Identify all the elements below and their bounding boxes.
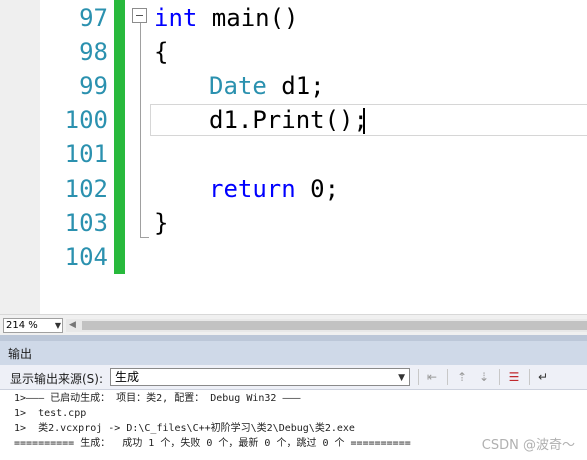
editor-status-strip: 214 % ▼ ◀ (0, 314, 587, 335)
code-line-103[interactable]: } (154, 206, 168, 240)
code-line-99[interactable]: Date d1; (209, 69, 325, 103)
line-number: 97 (79, 4, 108, 32)
output-panel-title: 输出 (8, 347, 33, 361)
line-number: 99 (79, 72, 108, 100)
output-panel-title-bar[interactable]: 输出 (0, 335, 587, 365)
line-number: 102 (64, 175, 108, 203)
line-number: 98 (79, 38, 108, 66)
toolbar-separator (499, 369, 500, 385)
collapse-toggle-icon[interactable] (132, 8, 147, 23)
clear-all-icon[interactable]: ☰ (506, 369, 522, 385)
keyword-return: return (209, 175, 296, 203)
output-source-label: 显示输出来源(S): (10, 372, 104, 386)
output-toolbar: 显示输出来源(S): 生成 ▼ ⇤ ⇡ ⇣ ☰ ↵ (0, 365, 587, 390)
code-line-102[interactable]: return 0; (209, 172, 339, 206)
line-number: 104 (64, 243, 108, 271)
code-line-98[interactable]: { (154, 35, 168, 69)
method-call: d1.Print(); (209, 106, 368, 134)
outline-fold-line (140, 23, 141, 237)
output-line: ========== 生成： 成功 1 个，失败 0 个，最新 0 个，跳过 0… (14, 438, 411, 449)
output-source-value: 生成 (115, 370, 140, 384)
horizontal-scrollbar[interactable]: ◀ (66, 319, 587, 332)
code-line-100[interactable]: d1.Print(); (209, 103, 368, 137)
next-message-icon[interactable]: ⇣ (476, 369, 492, 385)
close-brace: } (154, 209, 169, 237)
text-caret (363, 108, 365, 134)
output-line: 1>——— 已启动生成： 项目：类2, 配置： Debug Win32 ——— (14, 393, 301, 404)
previous-message-icon[interactable]: ⇡ (454, 369, 470, 385)
open-brace: { (154, 38, 169, 66)
scroll-left-icon[interactable]: ◀ (69, 320, 76, 330)
zoom-value: 214 % (6, 320, 38, 331)
toolbar-separator (529, 369, 530, 385)
line-number-gutter: 97 98 99 100 101 102 103 104 (40, 0, 114, 314)
line-number: 101 (64, 140, 108, 168)
outline-fold-end (140, 237, 149, 238)
scrollbar-thumb[interactable] (82, 321, 587, 330)
chevron-down-icon: ▼ (54, 321, 61, 330)
return-value: 0; (295, 175, 340, 203)
type-date: Date (209, 72, 267, 100)
toolbar-separator (418, 369, 419, 385)
zoom-dropdown[interactable]: 214 % ▼ (3, 318, 63, 333)
variable-declaration: d1; (266, 72, 325, 100)
output-line: 1> 类2.vcxproj -> D:\C_files\C++初阶学习\类2\D… (14, 423, 355, 434)
word-wrap-icon[interactable]: ↵ (535, 369, 551, 385)
output-line: 1> test.cpp (14, 408, 87, 419)
code-line-97[interactable]: int main() (154, 1, 299, 35)
code-editor[interactable]: 97 98 99 100 101 102 103 104 int main() … (0, 0, 587, 314)
chevron-down-icon: ▼ (398, 373, 405, 383)
function-signature: main() (197, 4, 299, 32)
output-source-dropdown[interactable]: 生成 ▼ (110, 368, 410, 386)
keyword-int: int (154, 4, 198, 32)
goto-message-icon[interactable]: ⇤ (424, 369, 440, 385)
watermark: CSDN @波奇～ (481, 438, 575, 453)
toolbar-separator (447, 369, 448, 385)
line-number: 103 (64, 209, 108, 237)
line-number: 100 (64, 106, 108, 134)
selection-margin[interactable] (0, 0, 40, 314)
change-tracking-bar (114, 0, 125, 274)
